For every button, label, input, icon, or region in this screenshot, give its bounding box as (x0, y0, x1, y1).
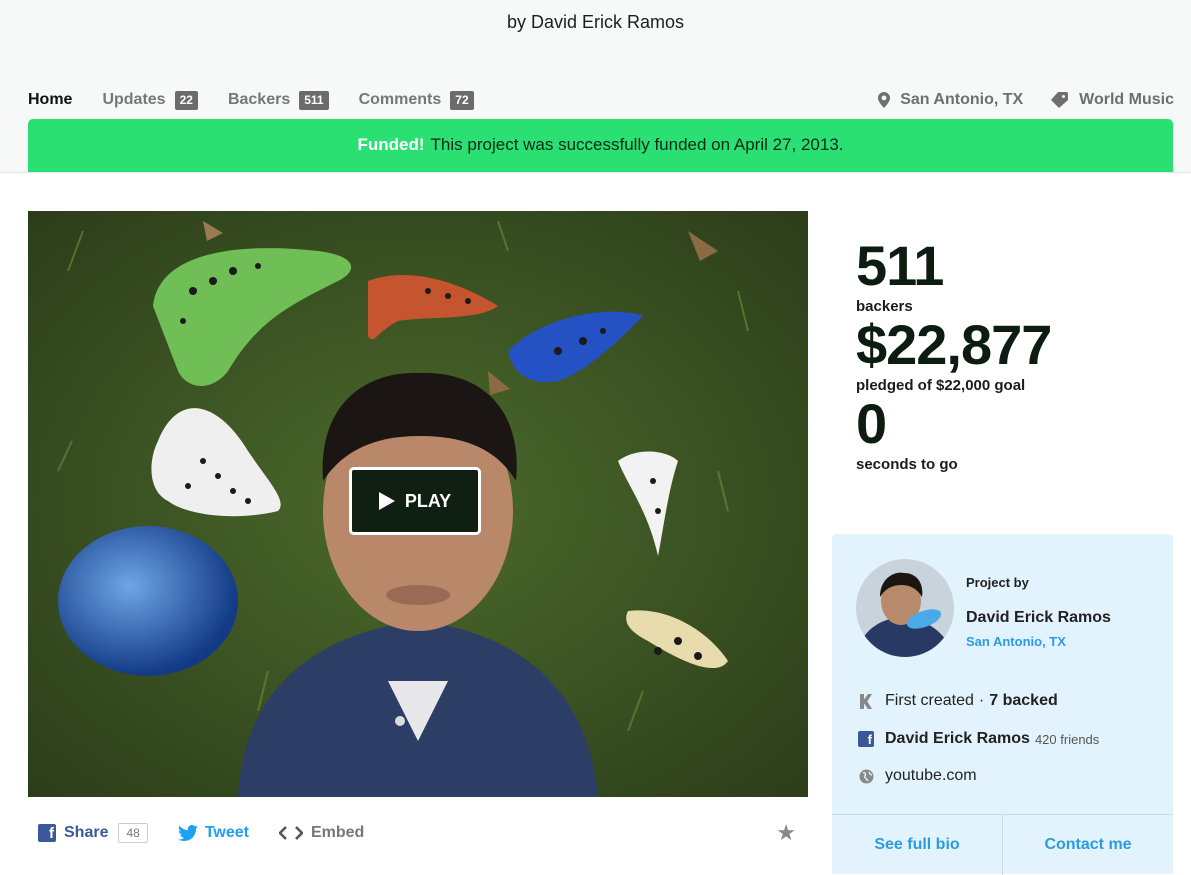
play-icon (378, 492, 395, 510)
creator-card: Project by David Erick Ramos San Antonio… (832, 534, 1173, 875)
website-link[interactable]: youtube.com (885, 767, 977, 785)
comments-count-badge: 72 (450, 90, 474, 110)
see-full-bio-button[interactable]: See full bio (832, 815, 1002, 875)
tab-updates[interactable]: Updates 22 (102, 90, 198, 110)
avatar[interactable] (856, 559, 954, 657)
embed-label: Embed (310, 824, 365, 841)
location-label: San Antonio, TX (900, 91, 1024, 108)
contact-me-button[interactable]: Contact me (1002, 815, 1173, 875)
tab-backers-label: Backers (227, 91, 291, 108)
project-nav: Home Updates 22 Backers 511 Comments 72 (28, 88, 504, 112)
facebook-friends: 420 friends (1034, 731, 1100, 747)
star-icon[interactable]: ★ (776, 820, 796, 846)
time-remaining: 0 (856, 392, 887, 455)
time-label: seconds to go (856, 456, 958, 473)
tab-comments[interactable]: Comments 72 (358, 90, 474, 110)
location-link[interactable]: San Antonio, TX (878, 91, 1023, 109)
creator-facebook: f David Erick Ramos 420 friends (858, 730, 1099, 748)
creator-history: First created · 7 backed (858, 692, 1058, 710)
backers-count-badge: 511 (299, 90, 329, 110)
share-label: Share (64, 824, 109, 841)
facebook-icon: f (38, 824, 56, 842)
tweet-button[interactable]: Tweet (177, 824, 249, 842)
tab-backers[interactable]: Backers 511 (227, 90, 329, 110)
category-label: World Music (1079, 91, 1174, 108)
funded-banner: Funded! This project was successfully fun… (28, 119, 1173, 172)
project-by-label: Project by (966, 575, 1029, 590)
project-byline: by David Erick Ramos (506, 12, 685, 32)
creator-website: youtube.com (858, 767, 977, 785)
share-bar: f Share 48 Tweet Embed ★ (38, 820, 808, 846)
facebook-name[interactable]: David Erick Ramos (885, 730, 1030, 748)
code-icon (278, 826, 303, 840)
tweet-label: Tweet (204, 824, 249, 841)
backers-count: 511 (856, 234, 944, 297)
first-created-label: First created (885, 692, 974, 709)
tab-home-label: Home (28, 91, 73, 108)
funded-label: Funded! (357, 135, 425, 154)
play-button[interactable]: PLAY (349, 467, 481, 535)
updates-count-badge: 22 (174, 90, 198, 110)
tag-icon (1051, 92, 1069, 108)
project-meta: San Antonio, TX World Music (850, 88, 1174, 112)
funded-message: This project was successfully funded on … (430, 135, 844, 154)
creator-name[interactable]: David Erick Ramos (966, 609, 1111, 627)
category-link[interactable]: World Music (1051, 91, 1174, 109)
embed-button[interactable]: Embed (278, 824, 365, 842)
globe-icon (858, 768, 874, 784)
tab-updates-label: Updates (102, 91, 166, 108)
backed-count[interactable]: 7 backed (989, 692, 1057, 710)
avatar-photo (856, 559, 954, 657)
project-video[interactable]: PLAY (28, 211, 808, 797)
twitter-bird-icon (177, 825, 198, 841)
tab-comments-label: Comments (358, 91, 442, 108)
funding-stats: 511 backers $22,877 pledged of $22,000 g… (856, 234, 1052, 474)
creator-location[interactable]: San Antonio, TX (966, 634, 1066, 649)
facebook-icon: f (858, 731, 874, 747)
map-pin-icon (878, 92, 891, 108)
separator: · (978, 692, 985, 709)
play-label: PLAY (404, 490, 452, 511)
kickstarter-k-icon (858, 693, 874, 709)
share-count: 48 (118, 823, 148, 843)
pledged-amount: $22,877 (856, 313, 1052, 376)
facebook-share-button[interactable]: f Share 48 (38, 823, 148, 843)
creator-actions: See full bio Contact me (832, 814, 1173, 875)
tab-home[interactable]: Home (28, 91, 72, 109)
